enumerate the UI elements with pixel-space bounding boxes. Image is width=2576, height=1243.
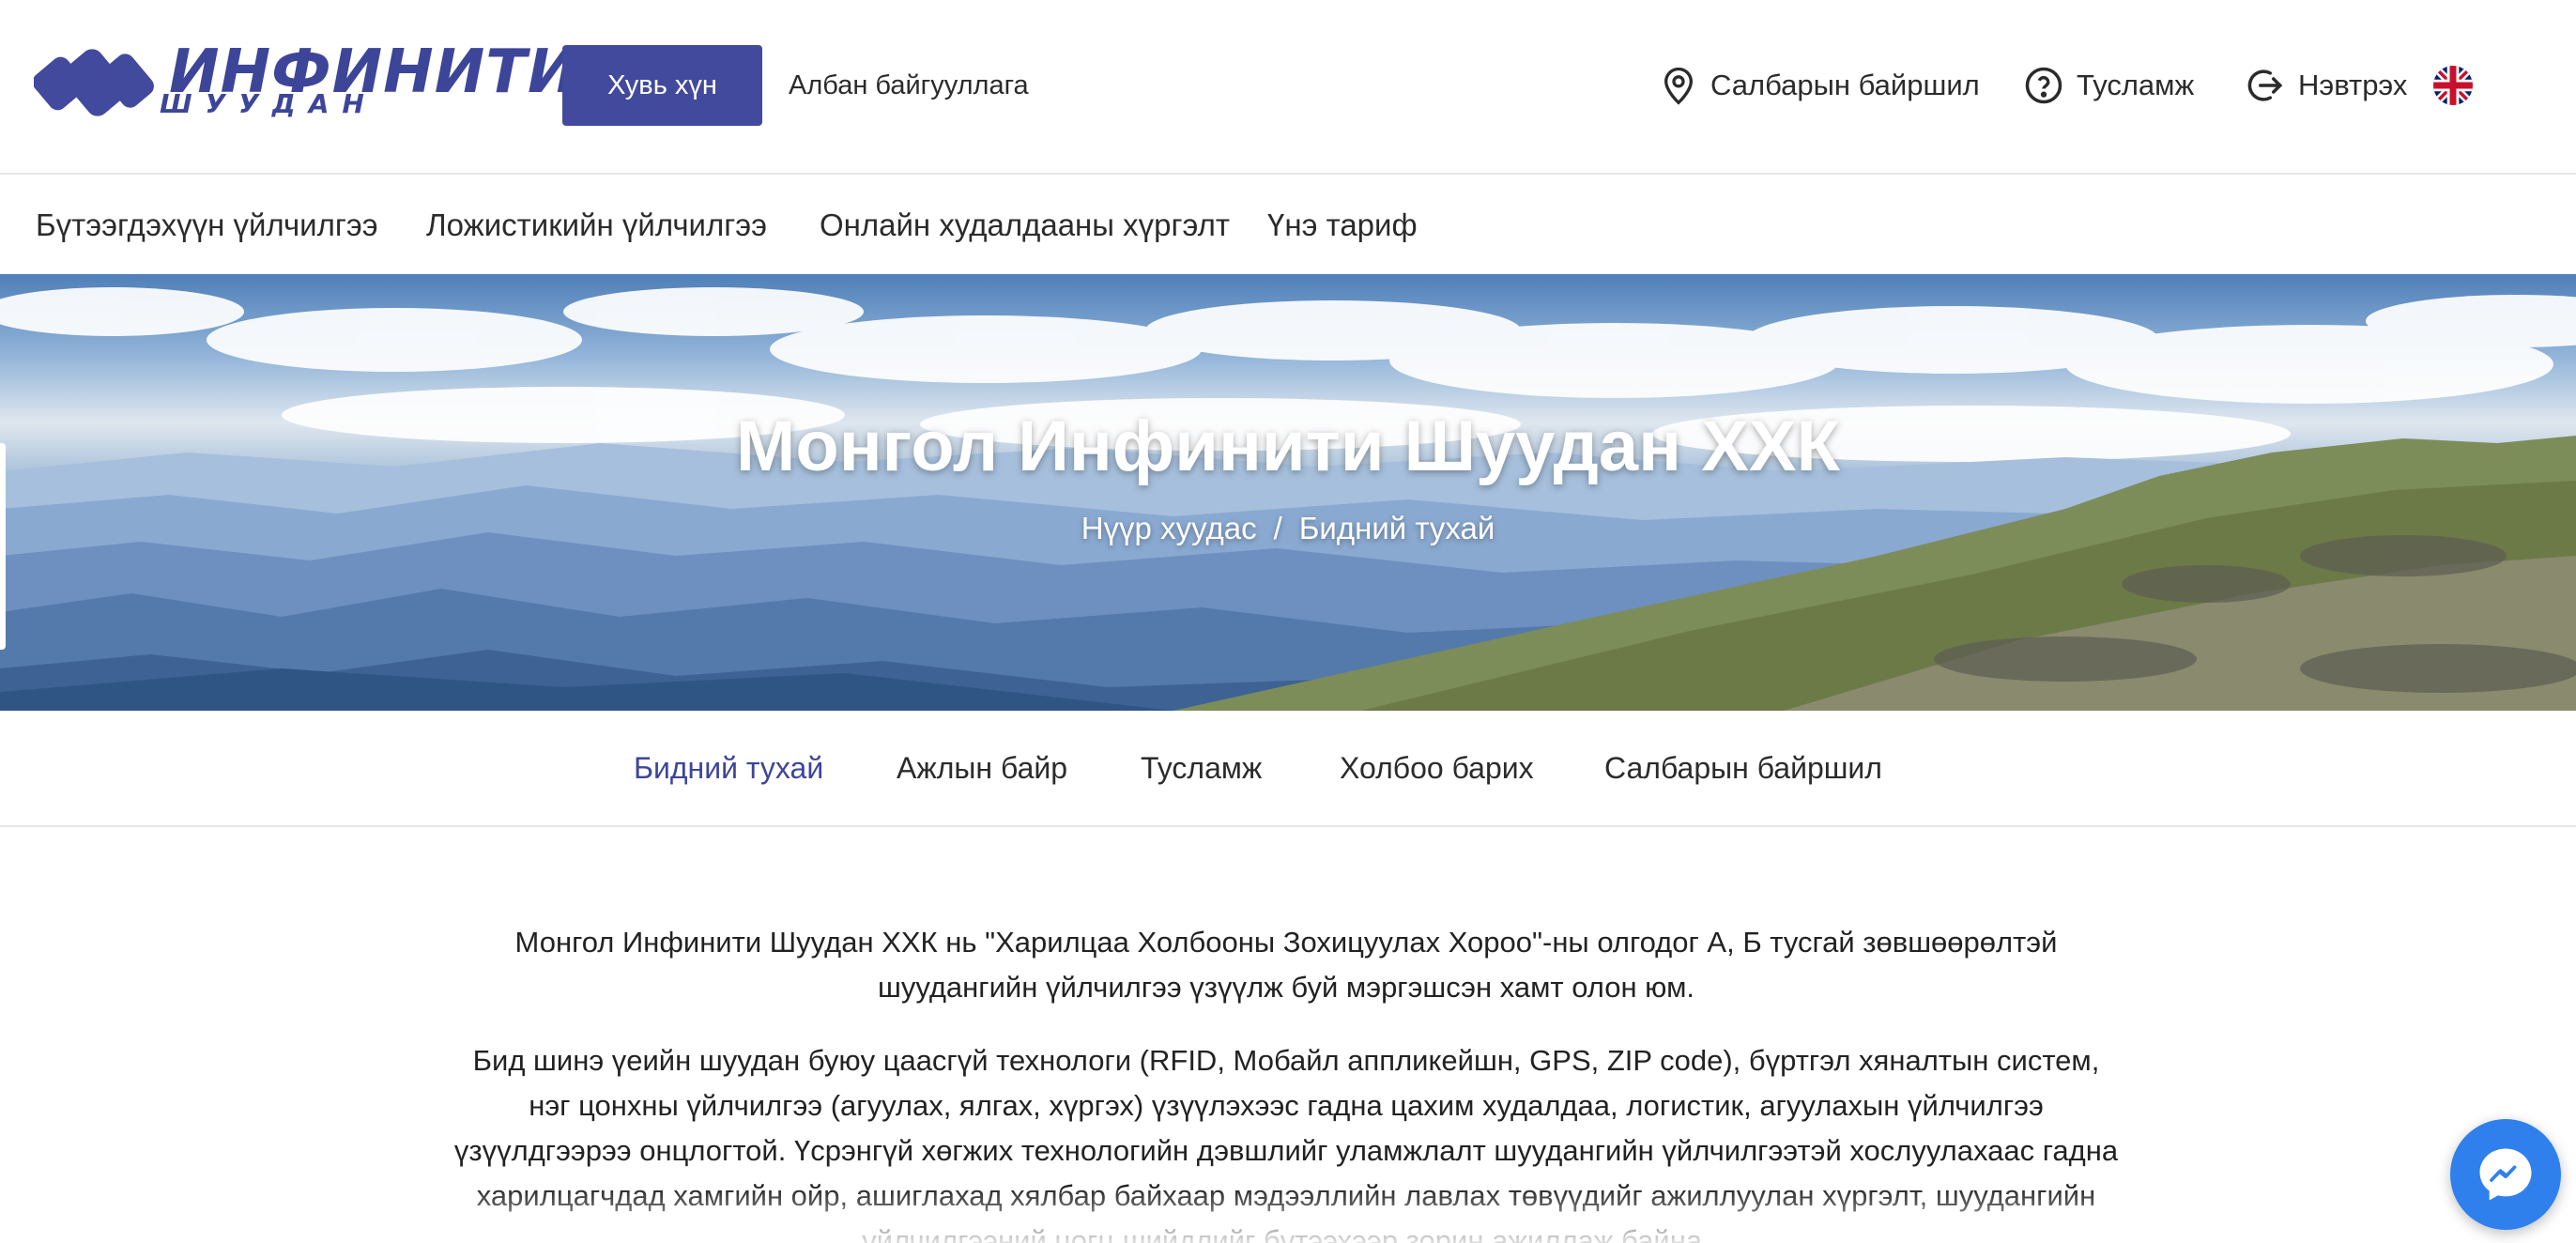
- logo[interactable]: ИНФИНИТИ ШУУДАН: [34, 39, 578, 124]
- about-paragraph-1: Монгол Инфинити Шуудан ХХК нь "Харилцаа …: [514, 926, 2058, 1004]
- login-arrow-icon: [2247, 69, 2283, 101]
- business-link[interactable]: Албан байгууллага: [789, 45, 1029, 126]
- question-circle-icon: [2025, 67, 2062, 104]
- tab-help[interactable]: Тусламж: [1141, 711, 1262, 825]
- help-label: Тусламж: [2077, 69, 2195, 101]
- service-nav-logistics[interactable]: Ложистикийн үйлчилгээ: [426, 176, 767, 274]
- service-nav-tariff[interactable]: Үнэ тариф: [1267, 176, 1418, 274]
- about-paragraph-2: Бид шинэ үеийн шуудан буюу цаасгүй техно…: [453, 1044, 2119, 1243]
- tab-jobs[interactable]: Ажлын байр: [897, 711, 1067, 825]
- messenger-icon: [2479, 1148, 2532, 1201]
- messenger-chat-button[interactable]: [2450, 1119, 2561, 1230]
- breadcrumb-home-link[interactable]: Нүүр хуудас: [1081, 511, 1257, 545]
- branch-location-link[interactable]: Салбарын байршил: [1660, 45, 1980, 126]
- uk-flag-icon[interactable]: [2433, 66, 2473, 105]
- mountain-landscape-image: [0, 287, 2576, 711]
- logo-mark-icon: [34, 49, 154, 116]
- tab-branch-location[interactable]: Салбарын байршил: [1604, 711, 1882, 825]
- help-link[interactable]: Тусламж: [2024, 45, 2194, 126]
- service-nav: Бүтээгдэхүүн үйлчилгээ Ложистикийн үйлчи…: [0, 176, 2576, 274]
- breadcrumb-separator: /: [1273, 511, 1282, 545]
- about-sub-nav: Бидний тухай Ажлын байр Тусламж Холбоо б…: [0, 711, 2576, 827]
- location-pin-icon: [1664, 67, 1694, 105]
- page-title: Монгол Инфинити Шуудан ХХК: [736, 407, 1840, 486]
- breadcrumb: Нүүр хуудас / Бидний тухай: [0, 511, 2576, 546]
- tab-contact[interactable]: Холбоо барих: [1340, 711, 1534, 825]
- login-link[interactable]: Нэвтрэх: [2246, 45, 2407, 126]
- personal-button[interactable]: Хувь хүн: [562, 45, 762, 126]
- service-nav-products[interactable]: Бүтээгдэхүүн үйлчилгээ: [36, 176, 378, 274]
- login-label: Нэвтрэх: [2298, 69, 2408, 101]
- about-content: Монгол Инфинити Шуудан ХХК нь "Харилцаа …: [451, 920, 2122, 1243]
- branch-location-label: Салбарын байршил: [1710, 69, 1980, 101]
- tab-about-us[interactable]: Бидний тухай: [634, 711, 823, 825]
- top-header: ИНФИНИТИ ШУУДАН Хувь хүн Албан байгуулла…: [0, 0, 2576, 175]
- service-nav-ecommerce-delivery[interactable]: Онлайн худалдааны хүргэлт: [820, 176, 1230, 274]
- breadcrumb-current: Бидний тухай: [1298, 511, 1495, 545]
- logo-subtitle: ШУУДАН: [160, 88, 377, 119]
- hero-banner: Монгол Инфинити Шуудан ХХК Нүүр хуудас / Б…: [0, 274, 2576, 711]
